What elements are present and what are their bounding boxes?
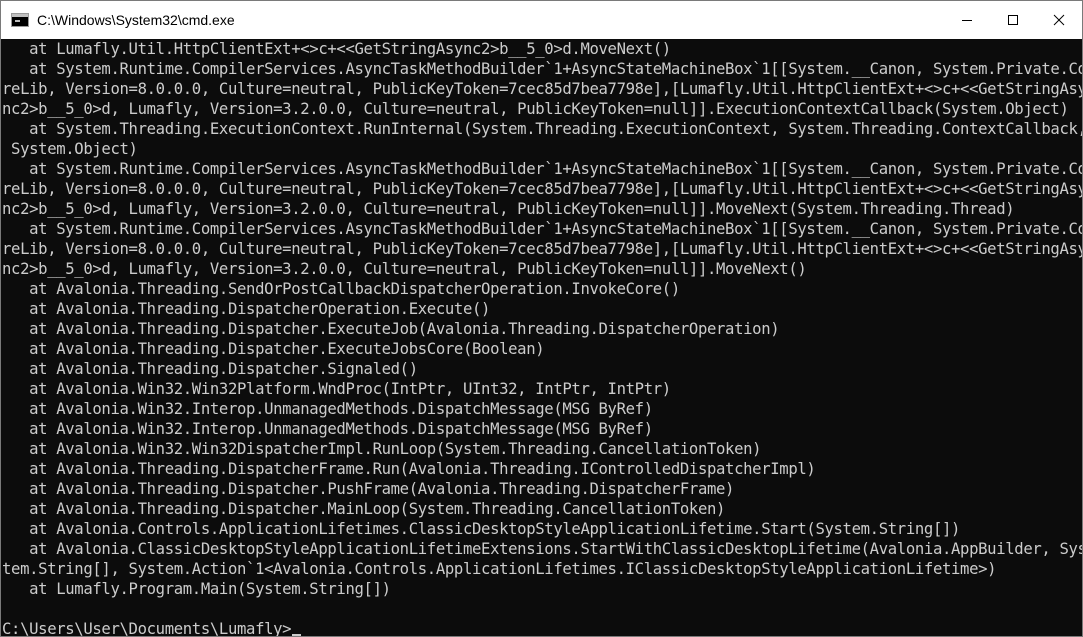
console-line: at System.Runtime.CompilerServices.Async…	[2, 220, 1082, 238]
console-line: at Avalonia.Threading.Dispatcher.Execute…	[2, 340, 545, 358]
maximize-icon	[1008, 15, 1018, 25]
minimize-button[interactable]	[944, 1, 990, 39]
console-line: at Avalonia.Win32.Interop.UnmanagedMetho…	[2, 420, 653, 438]
console-line: at Avalonia.Threading.DispatcherOperatio…	[2, 300, 491, 318]
console-line: at Lumafly.Program.Main(System.String[])	[2, 580, 391, 598]
console-line: reLib, Version=8.0.0.0, Culture=neutral,…	[2, 240, 1082, 258]
close-button[interactable]	[1036, 1, 1082, 39]
console-line: at System.Runtime.CompilerServices.Async…	[2, 60, 1082, 78]
console-line: tem.String[], System.Action`1<Avalonia.C…	[2, 560, 997, 578]
command-prompt: C:\Users\User\Documents\Lumafly>	[2, 620, 292, 636]
console-line: nc2>b__5_0>d, Lumafly, Version=3.2.0.0, …	[2, 200, 1015, 218]
console-line: at System.Runtime.CompilerServices.Async…	[2, 160, 1082, 178]
console-line: nc2>b__5_0>d, Lumafly, Version=3.2.0.0, …	[2, 260, 807, 278]
console-line: at Avalonia.Threading.DispatcherFrame.Ru…	[2, 460, 816, 478]
console-line: at Avalonia.Threading.Dispatcher.Execute…	[2, 320, 780, 338]
close-icon	[1053, 14, 1065, 26]
console-line: at Avalonia.Win32.Win32Platform.WndProc(…	[2, 380, 671, 398]
console-line: at Avalonia.Win32.Interop.UnmanagedMetho…	[2, 400, 653, 418]
window-controls	[944, 1, 1082, 39]
console-line: reLib, Version=8.0.0.0, Culture=neutral,…	[2, 180, 1082, 198]
window-title: C:\Windows\System32\cmd.exe	[37, 12, 235, 28]
console-line: reLib, Version=8.0.0.0, Culture=neutral,…	[2, 80, 1082, 98]
console-line: at Avalonia.Controls.ApplicationLifetime…	[2, 520, 961, 538]
minimize-icon	[962, 20, 972, 21]
title-bar[interactable]: C:\Windows\System32\cmd.exe	[1, 1, 1082, 39]
cmd-window: C:\Windows\System32\cmd.exe at Lumafly.U…	[0, 0, 1083, 637]
console-app-icon[interactable]	[11, 13, 29, 27]
console-line: at System.Threading.ExecutionContext.Run…	[2, 120, 1082, 138]
console-output[interactable]: at Lumafly.Util.HttpClientExt+<>c+<<GetS…	[1, 39, 1082, 636]
console-line: at Avalonia.Threading.SendOrPostCallback…	[2, 280, 680, 298]
console-line: at Avalonia.Threading.Dispatcher.MainLoo…	[2, 500, 726, 518]
console-line: at Avalonia.ClassicDesktopStyleApplicati…	[2, 540, 1082, 558]
console-line: nc2>b__5_0>d, Lumafly, Version=3.2.0.0, …	[2, 100, 1069, 118]
console-line: at Lumafly.Util.HttpClientExt+<>c+<<GetS…	[2, 40, 671, 58]
maximize-button[interactable]	[990, 1, 1036, 39]
console-line: at Avalonia.Threading.Dispatcher.PushFra…	[2, 480, 735, 498]
console-line: at Avalonia.Win32.Win32DispatcherImpl.Ru…	[2, 440, 762, 458]
prompt-line[interactable]: C:\Users\User\Documents\Lumafly>	[2, 619, 1082, 636]
console-line: System.Object)	[2, 140, 138, 158]
console-line: at Avalonia.Threading.Dispatcher.Signale…	[2, 360, 418, 378]
text-cursor	[292, 634, 302, 636]
